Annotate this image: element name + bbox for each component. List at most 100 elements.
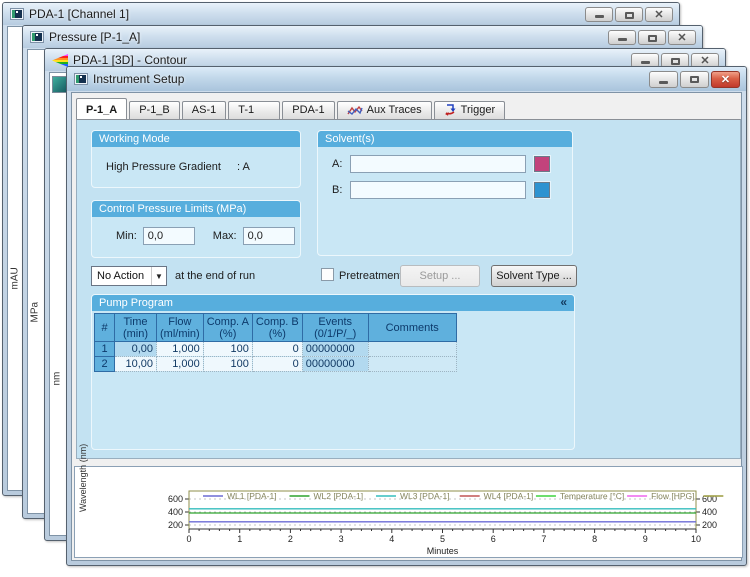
tab-label: AS-1 [192,104,216,116]
row-number[interactable]: 1 [95,342,115,357]
pump-program-table[interactable]: # Time(min) Flow(ml/min) Comp. A(%) Comp… [94,313,457,372]
dropdown-value: No Action [97,270,144,282]
svg-text:WL3 [PDA-1]: WL3 [PDA-1] [400,491,450,501]
close-button[interactable]: ✕ [645,7,673,22]
cell-flow[interactable]: 1,000 [157,342,204,357]
maximize-button[interactable] [638,30,666,45]
window-title: PDA-1 [3D] - Contour [73,53,187,67]
svg-text:3: 3 [339,534,344,544]
svg-text:7: 7 [541,534,546,544]
y-axis-label: MPa [30,309,41,323]
cell-comp-a[interactable]: 100 [203,342,252,357]
cell-comments[interactable] [368,342,456,357]
tab-as1[interactable]: AS-1 [182,101,226,119]
svg-text:WL2 [PDA-1]: WL2 [PDA-1] [313,491,363,501]
titlebar-pressure[interactable]: Pressure [P-1_A] ✕ [23,26,702,48]
col-header-comp-b: Comp. B(%) [252,314,302,342]
solvents-header: Solvent(s) [318,131,572,147]
pump-program-title: Pump Program [99,295,173,311]
maximize-button[interactable] [615,7,643,22]
titlebar-instrument-setup[interactable]: Instrument Setup ✕ [67,67,746,91]
pretreatment-setup-button[interactable]: Setup ... [400,265,480,287]
solvent-b-input[interactable] [350,181,526,199]
instrument-setup-client: P-1_A P-1_B AS-1 T-1 PDA-1 Aux Traces [71,92,742,561]
svg-text:400: 400 [168,507,183,517]
trigger-arrows-icon [444,104,457,116]
svg-text:WL1 [PDA-1]: WL1 [PDA-1] [227,491,277,501]
working-mode-group: Working Mode High Pressure Gradient : A [91,130,301,188]
cell-events[interactable]: 00000000 [302,342,368,357]
rainbow-contour-icon [52,54,68,67]
maximize-button[interactable] [680,71,709,88]
close-button[interactable]: ✕ [668,30,696,45]
instrument-setup-icon [74,73,88,85]
titlebar-pda1-channel1[interactable]: PDA-1 [Channel 1] ✕ [3,3,679,25]
window-title: Pressure [P-1_A] [49,30,140,44]
svg-text:5: 5 [440,534,445,544]
tab-label: PDA-1 [292,104,324,116]
svg-text:2: 2 [288,534,293,544]
tab-pda1[interactable]: PDA-1 [282,101,334,119]
cell-comments[interactable] [368,357,456,372]
tab-p1-a[interactable]: P-1_A [76,98,127,119]
table-row[interactable]: 1 0,00 1,000 100 0 00000000 [95,342,457,357]
close-icon: ✕ [646,8,672,21]
tab-label: Trigger [461,104,495,116]
col-header-time: Time(min) [115,314,157,342]
min-label: Min: [116,230,137,242]
svg-text:6: 6 [491,534,496,544]
button-label: Setup ... [420,270,461,282]
gradient-preview-chart: Wavelength (nm) 200200400400600600WL1 [P… [74,466,743,558]
max-pressure-input[interactable] [243,227,295,245]
solvent-a-color-swatch[interactable] [534,156,550,172]
min-pressure-input[interactable] [143,227,195,245]
y-axis-label: nm [52,372,63,386]
window-title: PDA-1 [Channel 1] [29,7,129,21]
maximize-icon [690,76,699,83]
solvents-group: Solvent(s) A: B: [317,130,573,256]
minimize-button[interactable] [649,71,678,88]
tab-label: Aux Traces [367,104,422,116]
setup-tabstrip: P-1_A P-1_B AS-1 T-1 PDA-1 Aux Traces [76,98,737,119]
cell-comp-b[interactable]: 0 [252,342,302,357]
svg-text:0: 0 [186,534,191,544]
end-of-run-dropdown[interactable]: No Action ▼ [91,266,167,286]
tab-t1[interactable]: T-1 [228,101,280,119]
col-header-events: Events(0/1/P/_) [302,314,368,342]
working-mode-value: : A [237,161,250,173]
pressure-limits-group: Control Pressure Limits (MPa) Min: Max: [91,200,301,258]
tab-panel-p1-a: Working Mode High Pressure Gradient : A … [76,119,741,459]
svg-text:400: 400 [702,507,717,517]
pretreatment-checkbox[interactable] [321,268,334,281]
svg-text:4: 4 [389,534,394,544]
close-icon: ✕ [669,31,695,44]
minimize-icon [641,61,650,64]
svg-text:WL4 [PDA-1]: WL4 [PDA-1] [484,491,534,501]
cell-flow[interactable]: 1,000 [157,357,204,372]
cell-time[interactable]: 0,00 [115,342,157,357]
desktop: PDA-1 [Channel 1] ✕ mAU Pressure [P-1_A]… [0,0,750,577]
row-number[interactable]: 2 [95,357,115,372]
svg-text:10: 10 [691,534,701,544]
pump-program-header: Pump Program « [92,295,574,311]
tab-trigger[interactable]: Trigger [434,101,505,119]
close-button[interactable]: ✕ [711,71,740,88]
pressure-window-icon [30,31,44,43]
cell-time[interactable]: 10,00 [115,357,157,372]
collapse-chevrons-icon[interactable]: « [560,295,567,311]
solvent-b-color-swatch[interactable] [534,182,550,198]
solvent-type-button[interactable]: Solvent Type ... [491,265,577,287]
minimize-button[interactable] [608,30,636,45]
window-instrument-setup[interactable]: Instrument Setup ✕ P-1_A P-1_B AS-1 T-1 … [66,66,747,566]
table-row[interactable]: 2 10,00 1,000 100 0 00000000 [95,357,457,372]
cell-comp-b[interactable]: 0 [252,357,302,372]
solvent-a-input[interactable] [350,155,526,173]
cell-events[interactable]: 00000000 [302,357,368,372]
cell-comp-a[interactable]: 100 [203,357,252,372]
tab-p1-b[interactable]: P-1_B [129,101,180,119]
minimize-icon [595,15,604,18]
tab-aux-traces[interactable]: Aux Traces [337,101,432,119]
minimize-button[interactable] [585,7,613,22]
solvent-a-label: A: [332,158,342,170]
maximize-icon [671,58,680,65]
